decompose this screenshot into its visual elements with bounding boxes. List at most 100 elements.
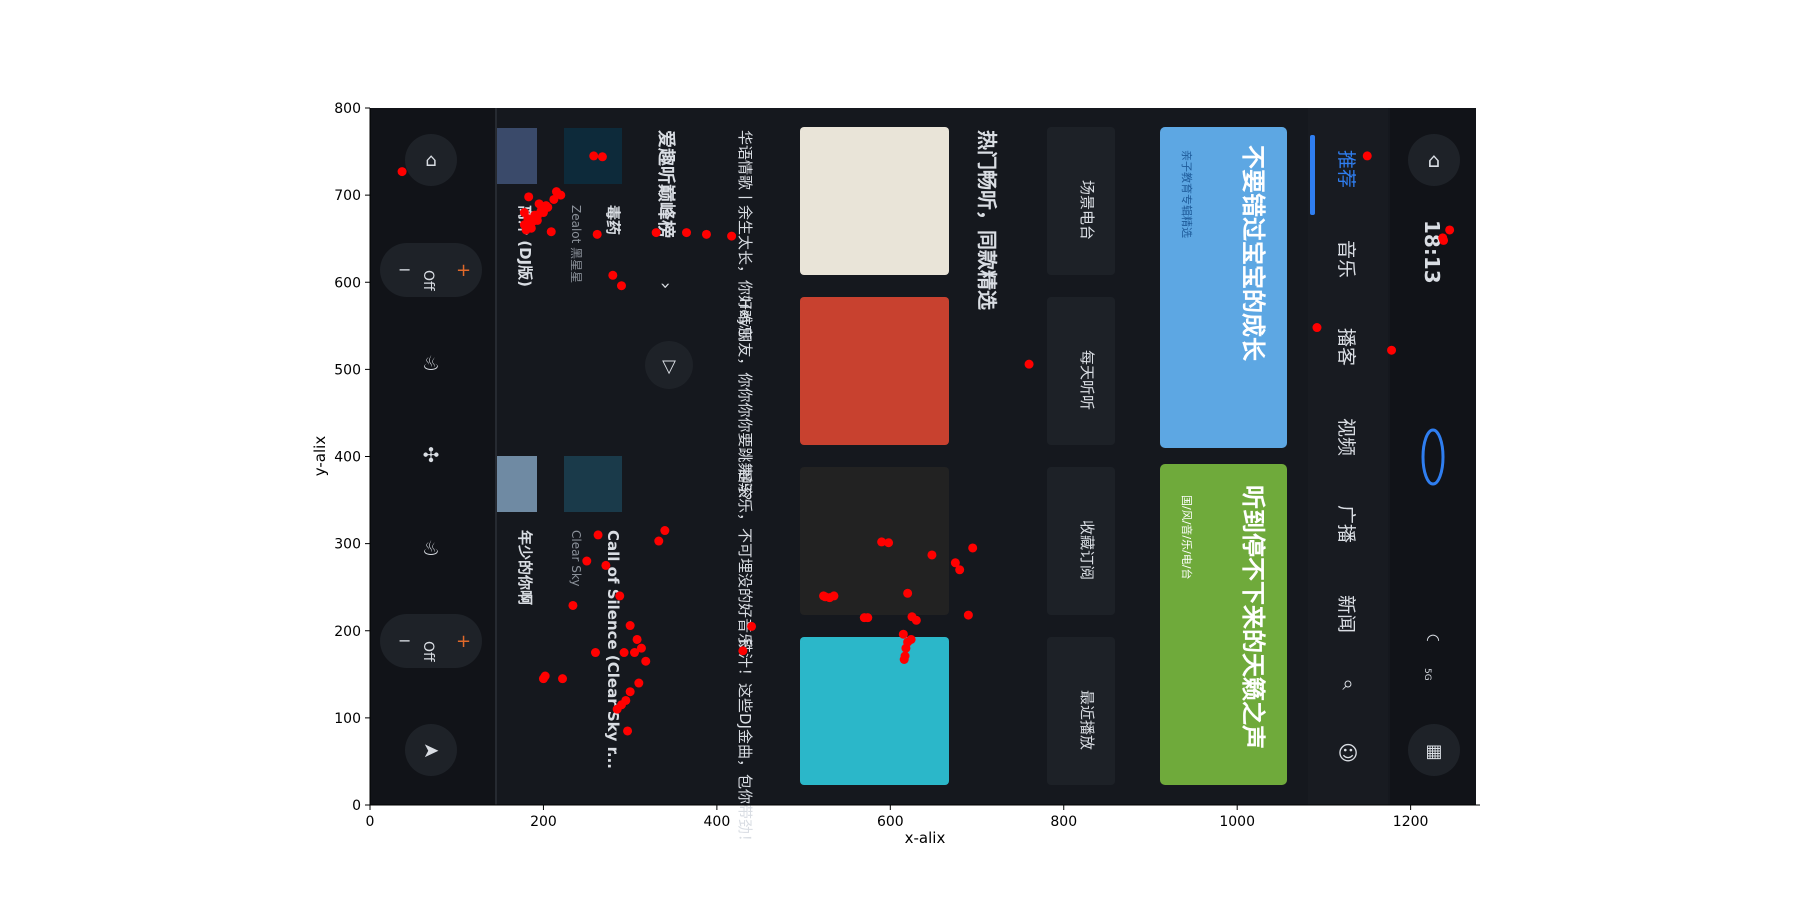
scatter-point — [641, 656, 651, 666]
scatter-point — [1439, 235, 1449, 245]
nav-tab-strip — [1308, 108, 1388, 805]
climate-left-plus[interactable]: + — [456, 260, 471, 281]
scatter-point — [898, 629, 908, 639]
scatter-point — [589, 151, 599, 161]
scatter-point — [863, 613, 873, 623]
scatter-point — [597, 152, 607, 162]
climate-right-minus[interactable]: − — [398, 631, 411, 650]
banner-tag-2: 国/风/音/乐/电/台 — [1180, 495, 1194, 580]
grid-icon: ▦ — [1425, 741, 1442, 762]
scatter-point — [593, 530, 603, 540]
y-tick-label: 200 — [334, 624, 361, 640]
scatter-point — [590, 648, 600, 658]
card-caption-3: 摇滚乐，不可埋没的好音乐 — [736, 468, 754, 648]
tab-recommend[interactable]: 推荐 — [1335, 150, 1357, 188]
scatter-point — [651, 228, 661, 238]
quick-entry-label-1: 场景电台 — [1078, 180, 1096, 240]
x-tick-label: 800 — [1050, 814, 1077, 830]
y-tick-label: 400 — [334, 450, 361, 466]
scatter-point — [747, 621, 757, 631]
section-title: 热门畅听，同款精选 — [975, 130, 999, 310]
x-tick-label: 200 — [530, 814, 557, 830]
quick-entry-label-4: 最近播放 — [1078, 690, 1096, 750]
card-image-2[interactable] — [800, 297, 949, 445]
tab-radio[interactable]: 广播 — [1335, 505, 1357, 543]
scatter-point — [877, 537, 887, 547]
y-ticks: 0 100 200 300 400 500 600 700 800 — [334, 101, 370, 814]
tab-podcast[interactable]: 播客 — [1335, 328, 1357, 366]
user-icon[interactable]: ☺ — [1338, 741, 1359, 765]
x-tick-label: 400 — [704, 814, 731, 830]
scatter-point — [541, 201, 551, 211]
seat-heat-right-icon[interactable]: ♨ — [422, 536, 440, 560]
scatter-point — [612, 704, 622, 714]
track-cover-3[interactable] — [497, 456, 537, 512]
x-ticks: 0 200 400 600 800 1000 1200 — [366, 805, 1429, 830]
scatter-point — [1362, 151, 1372, 161]
scatter-point — [546, 227, 556, 237]
scatter-point — [397, 167, 407, 177]
scatter-point — [903, 588, 913, 598]
x-tick-label: 1200 — [1393, 814, 1429, 830]
figure: ⌂ − Off + ♨ ✣ ♨ − Off + ➤ 毒药 Zealot 黑星星 … — [311, 101, 1480, 849]
scatter-point — [1445, 225, 1455, 235]
scatter-point — [568, 600, 578, 610]
scatter-point — [558, 674, 568, 684]
scatter-point — [538, 674, 548, 684]
scatter-point — [524, 192, 534, 202]
track-artist-1: Zealot 黑星星 — [569, 205, 583, 283]
svg-text:▽: ▽ — [662, 356, 676, 377]
system-strip — [1390, 108, 1480, 805]
scatter-point — [660, 526, 670, 536]
x-tick-label: 0 — [366, 814, 375, 830]
scatter-point — [592, 229, 602, 239]
tab-video[interactable]: 视频 — [1335, 418, 1357, 456]
scatter-point — [636, 643, 646, 653]
quick-entry-label-3: 收藏订阅 — [1078, 520, 1096, 580]
y-tick-label: 800 — [334, 101, 361, 117]
svg-text:⌂: ⌂ — [425, 150, 436, 171]
scatter-point — [556, 190, 566, 200]
clock: 18:13 — [1420, 220, 1444, 284]
climate-left-minus[interactable]: − — [398, 260, 411, 279]
scatter-point — [1024, 359, 1034, 369]
chart-arrow-icon[interactable]: › — [655, 282, 676, 289]
x-axis-label: x-alix — [905, 829, 946, 847]
search-icon[interactable]: ⌕ — [1342, 671, 1353, 695]
scatter-point — [526, 223, 536, 233]
scatter-point — [634, 678, 644, 688]
y-tick-label: 700 — [334, 188, 361, 204]
banner-tag-1: 亲子教育专辑精选 — [1180, 150, 1194, 238]
scatter-point — [608, 270, 618, 280]
y-tick-label: 0 — [352, 798, 361, 814]
scatter-point — [906, 634, 916, 644]
x-tick-label: 600 — [877, 814, 904, 830]
x-tick-label: 1000 — [1219, 814, 1255, 830]
track-cover-1[interactable] — [497, 128, 537, 184]
card-image-1[interactable] — [800, 127, 949, 275]
scatter-point — [601, 560, 611, 570]
scatter-point — [907, 612, 917, 622]
climate-right-plus[interactable]: + — [456, 631, 471, 652]
scatter-point — [950, 558, 960, 568]
y-tick-label: 600 — [334, 275, 361, 291]
tab-music[interactable]: 音乐 — [1335, 240, 1357, 278]
scatter-point — [615, 591, 625, 601]
chart-title[interactable]: 爱趣听巅峰榜 — [655, 130, 677, 238]
y-tick-label: 100 — [334, 711, 361, 727]
fan-icon[interactable]: ✣ — [423, 443, 440, 467]
scatter-point — [619, 648, 629, 658]
scatter-point — [582, 556, 592, 566]
scatter-point — [625, 687, 635, 697]
track-title-1[interactable]: 毒药 — [604, 205, 622, 235]
scatter-point — [727, 231, 737, 241]
scatter-point — [632, 634, 642, 644]
y-tick-label: 300 — [334, 537, 361, 553]
tab-news[interactable]: 新闻 — [1335, 595, 1357, 633]
scatter-point — [532, 215, 542, 225]
track-title-4[interactable]: 年少的你啊 — [516, 530, 534, 605]
scatter-point — [623, 726, 633, 736]
seat-heat-icon[interactable]: ♨ — [422, 351, 440, 375]
card-image-4[interactable] — [800, 637, 949, 785]
track-cover-4[interactable] — [564, 456, 622, 512]
